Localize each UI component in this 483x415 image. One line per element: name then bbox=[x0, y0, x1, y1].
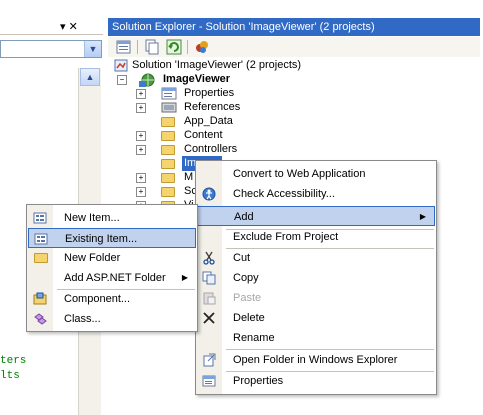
add-submenu: New Item... Existing Item... New Folder … bbox=[26, 204, 198, 332]
menu-item-component[interactable]: Component... bbox=[28, 289, 196, 309]
code-line: ters bbox=[0, 355, 27, 367]
folder-icon bbox=[161, 117, 175, 127]
menu-item-label: Check Accessibility... bbox=[233, 188, 335, 200]
menu-item-label: New Item... bbox=[64, 212, 120, 224]
tree-item-label: Controllers bbox=[184, 143, 238, 155]
new-item-icon bbox=[33, 212, 47, 224]
menu-item-label: Convert to Web Application bbox=[233, 168, 366, 180]
show-all-files-icon[interactable] bbox=[144, 39, 160, 55]
menu-item-new-item[interactable]: New Item... bbox=[28, 208, 196, 228]
tree-item-label: References bbox=[184, 101, 241, 113]
tree-item-label: App_Data bbox=[184, 115, 233, 127]
tree-item-label: Content bbox=[184, 129, 223, 141]
submenu-arrow-icon: ▶ bbox=[419, 212, 426, 221]
solution-label: Solution 'ImageViewer' (2 projects) bbox=[132, 59, 302, 71]
tree-item-label: Properties bbox=[184, 87, 235, 99]
refresh-icon[interactable] bbox=[166, 39, 182, 55]
component-icon bbox=[33, 292, 47, 305]
menu-item-properties[interactable]: Properties bbox=[197, 371, 435, 391]
menu-item-label: Properties bbox=[233, 375, 284, 387]
menu-item-label: Add bbox=[234, 211, 254, 223]
accessibility-icon bbox=[202, 187, 216, 201]
menu-item-new-folder[interactable]: New Folder bbox=[28, 248, 196, 268]
menu-item-label: Delete bbox=[233, 312, 265, 324]
solution-icon bbox=[114, 59, 128, 72]
chevron-down-icon[interactable]: ▼ bbox=[84, 41, 101, 57]
editor-header bbox=[0, 18, 103, 35]
menu-item-paste[interactable]: Paste bbox=[197, 288, 435, 308]
delete-icon bbox=[203, 312, 215, 324]
web-project-icon bbox=[139, 73, 155, 87]
scissors-icon bbox=[203, 251, 215, 265]
solution-explorer-toolbar bbox=[108, 37, 480, 58]
expand-icon[interactable]: + bbox=[136, 173, 146, 183]
existing-item-icon bbox=[34, 233, 48, 245]
folder-icon bbox=[161, 145, 175, 155]
class-icon bbox=[34, 313, 47, 325]
menu-item-label: Component... bbox=[64, 293, 131, 305]
menu-item-label: Exclude From Project bbox=[233, 231, 339, 243]
scroll-up-icon[interactable]: ▲ bbox=[80, 68, 100, 86]
editor-header-controls[interactable]: ▾ ✕ bbox=[60, 20, 78, 33]
open-folder-icon bbox=[203, 353, 216, 367]
menu-item-convert-to-web-application[interactable]: Convert to Web Application bbox=[197, 164, 435, 184]
menu-item-copy[interactable]: Copy bbox=[197, 268, 435, 288]
properties-icon bbox=[161, 87, 177, 100]
menu-item-add-asp-net-folder[interactable]: Add ASP.NET Folder ▶ bbox=[28, 268, 196, 288]
expand-icon[interactable]: + bbox=[136, 187, 146, 197]
menu-item-add[interactable]: Add ▶ bbox=[197, 206, 435, 226]
menu-item-label: Add ASP.NET Folder bbox=[64, 272, 166, 284]
solution-explorer-title: Solution Explorer - Solution 'ImageViewe… bbox=[108, 18, 480, 36]
menu-item-class[interactable]: Class... bbox=[28, 309, 196, 329]
properties-icon bbox=[202, 375, 216, 387]
menu-item-open-folder-in-windows-explorer[interactable]: Open Folder in Windows Explorer bbox=[197, 350, 435, 370]
folder-icon bbox=[34, 253, 48, 263]
menu-item-label: New Folder bbox=[64, 252, 121, 264]
code-line: lts bbox=[0, 370, 20, 382]
menu-item-cut[interactable]: Cut bbox=[197, 248, 435, 268]
expand-icon[interactable]: + bbox=[136, 145, 146, 155]
menu-item-delete[interactable]: Delete bbox=[197, 308, 435, 328]
submenu-arrow-icon: ▶ bbox=[181, 273, 188, 282]
menu-item-label: Existing Item... bbox=[65, 233, 138, 245]
menu-item-label: Cut bbox=[233, 252, 251, 264]
menu-item-check-accessibility[interactable]: Check Accessibility... bbox=[197, 184, 435, 204]
copy-icon bbox=[202, 271, 216, 285]
context-menu: Convert to Web Application Check Accessi… bbox=[195, 160, 437, 395]
menu-item-existing-item[interactable]: Existing Item... bbox=[28, 228, 196, 248]
tree-item-label: M bbox=[184, 171, 194, 183]
collapse-icon[interactable]: − bbox=[117, 75, 127, 85]
expand-icon[interactable]: + bbox=[136, 103, 146, 113]
folder-icon bbox=[161, 131, 175, 141]
paste-icon bbox=[203, 292, 216, 305]
folder-icon bbox=[161, 173, 175, 183]
project-label: ImageViewer bbox=[163, 73, 231, 85]
menu-item-label: Copy bbox=[233, 272, 259, 284]
folder-icon bbox=[161, 159, 175, 169]
member-dropdown[interactable]: ▼ bbox=[0, 40, 102, 58]
menu-item-label: Paste bbox=[233, 292, 262, 304]
menu-item-exclude-from-project[interactable]: Exclude From Project bbox=[197, 227, 435, 247]
expand-icon[interactable]: + bbox=[136, 131, 146, 141]
references-icon bbox=[161, 102, 177, 113]
menu-item-label: Rename bbox=[233, 332, 275, 344]
menu-item-label: Class... bbox=[64, 313, 101, 325]
menu-item-rename[interactable]: Rename bbox=[197, 328, 435, 348]
properties-icon[interactable] bbox=[116, 39, 132, 55]
menu-item-label: Open Folder in Windows Explorer bbox=[233, 354, 398, 366]
expand-icon[interactable]: + bbox=[136, 89, 146, 99]
folder-icon bbox=[161, 187, 175, 197]
class-diagram-icon[interactable] bbox=[194, 39, 210, 55]
